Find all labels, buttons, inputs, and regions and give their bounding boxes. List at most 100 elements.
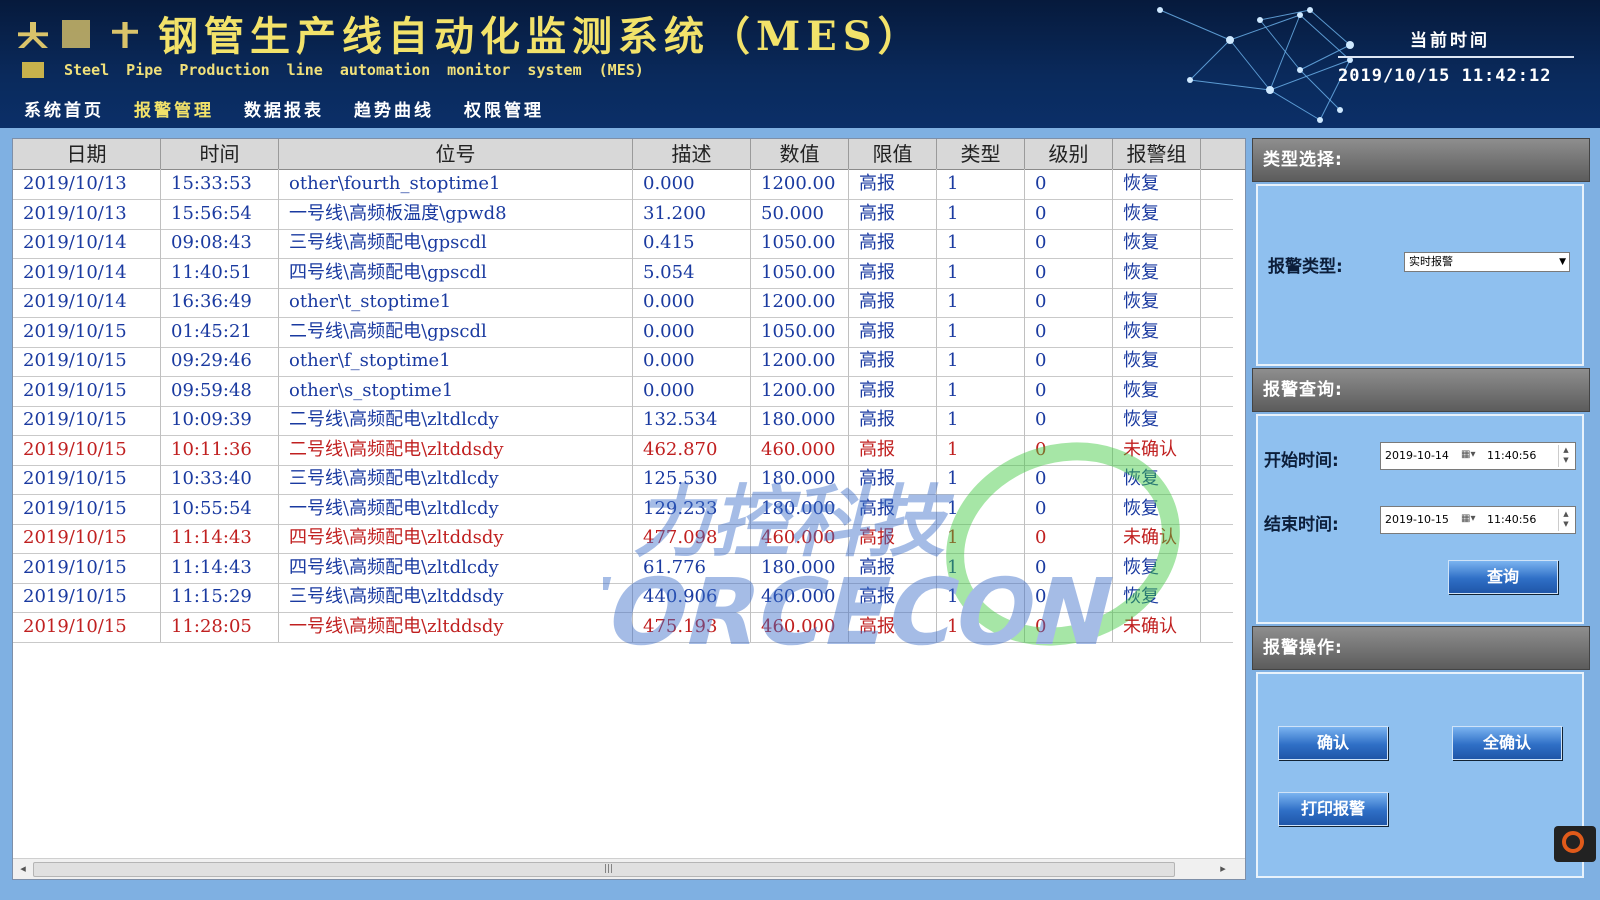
cell-time: 15:33:53 [161, 169, 279, 199]
cell-alarm-group: 恢复 [1113, 198, 1201, 229]
cell-limit: 高报 [849, 346, 937, 376]
nav-item-trend-curve[interactable]: 趋势曲线 [354, 96, 434, 121]
calendar-dropdown-icon[interactable]: ▦▾ [1461, 513, 1475, 524]
column-header-value[interactable]: 数值 [751, 139, 849, 169]
alarm-table[interactable]: 日期 时间 位号 描述 数值 限值 类型 级别 报警组 2019/10/13 15… [12, 138, 1246, 880]
cell-alarm-group: 恢复 [1113, 464, 1201, 494]
cell-limit: 高报 [849, 493, 937, 524]
cell-description: 0.000 [633, 375, 751, 406]
title-mark-icon [22, 62, 44, 78]
column-header-limit[interactable]: 限值 [849, 139, 937, 169]
cell-tag: 四号线\高频配电\zltdlcdy [279, 552, 633, 583]
cell-type: 1 [937, 434, 1025, 465]
confirm-button[interactable]: 确认 [1278, 726, 1388, 760]
cell-alarm-group: 恢复 [1113, 169, 1201, 199]
horizontal-scrollbar[interactable]: ◂ ||| ▸ [13, 858, 1245, 879]
scroll-right-arrow-icon[interactable]: ▸ [1215, 861, 1231, 877]
cell-value: 460.000 [751, 582, 849, 612]
cell-level: 0 [1025, 464, 1113, 494]
table-row[interactable]: 2019/10/15 10:33:40 三号线\高频配电\zltdlcdy 125.5… [13, 464, 1233, 495]
column-header-time[interactable]: 时间 [161, 139, 279, 169]
cell-alarm-group: 未确认 [1113, 434, 1201, 465]
cell-time: 11:15:29 [161, 582, 279, 612]
start-datetime-picker[interactable]: 2019-10-14 ▦▾ 11:40:56 ▲ ▼ [1380, 442, 1576, 470]
end-datetime-picker[interactable]: 2019-10-15 ▦▾ 11:40:56 ▲ ▼ [1380, 506, 1576, 534]
cell-level: 0 [1025, 493, 1113, 524]
table-row[interactable]: 2019/10/15 11:14:43 四号线\高频配电\zltddsdy 477.0… [13, 523, 1233, 554]
table-row[interactable]: 2019/10/15 11:28:05 一号线\高频配电\zltddsdy 475.1… [13, 611, 1233, 643]
cell-date: 2019/10/15 [13, 582, 161, 612]
table-row[interactable]: 2019/10/15 09:59:48 other\s_stoptime1 0.000… [13, 375, 1233, 407]
table-row[interactable]: 2019/10/15 11:14:43 四号线\高频配电\zltdlcdy 61.77… [13, 552, 1233, 584]
cell-limit: 高报 [849, 434, 937, 465]
alarm-type-label: 报警类型: [1268, 257, 1343, 277]
cell-level: 0 [1025, 405, 1113, 435]
app-subtitle: Steel Pipe Production line automation mo… [64, 61, 644, 79]
gear-icon[interactable] [1554, 826, 1596, 862]
cell-type: 1 [937, 257, 1025, 288]
column-header-description[interactable]: 描述 [633, 139, 751, 169]
scrollbar-thumb[interactable]: ||| [33, 862, 1175, 877]
cell-value: 50.000 [751, 198, 849, 229]
cell-level: 0 [1025, 346, 1113, 376]
table-row[interactable]: 2019/10/14 11:40:51 四号线\高频配电\gpscdl 5.054 10… [13, 257, 1233, 289]
nav-item-home[interactable]: 系统首页 [24, 96, 104, 121]
table-row[interactable]: 2019/10/14 16:36:49 other\t_stoptime1 0.000… [13, 287, 1233, 318]
time-spinner-icon[interactable]: ▲ ▼ [1558, 509, 1573, 531]
query-section-title: 报警查询: [1252, 368, 1590, 412]
column-header-alarm-group[interactable]: 报警组 [1113, 139, 1201, 169]
cell-value: 1050.00 [751, 257, 849, 288]
cell-limit: 高报 [849, 552, 937, 583]
table-row[interactable]: 2019/10/15 11:15:29 三号线\高频配电\zltddsdy 440.9… [13, 582, 1233, 613]
cell-time: 16:36:49 [161, 287, 279, 317]
cell-time: 10:33:40 [161, 464, 279, 494]
column-header-level[interactable]: 级别 [1025, 139, 1113, 169]
cell-type: 1 [937, 493, 1025, 524]
cell-date: 2019/10/14 [13, 228, 161, 258]
column-header-tag[interactable]: 位号 [279, 139, 633, 169]
cell-limit: 高报 [849, 375, 937, 406]
table-row[interactable]: 2019/10/15 10:09:39 二号线\高频配电\zltdlcdy 132.5… [13, 405, 1233, 436]
cell-tag: 三号线\高频配电\zltddsdy [279, 582, 633, 612]
calendar-dropdown-icon[interactable]: ▦▾ [1461, 449, 1475, 460]
column-header-date[interactable]: 日期 [13, 139, 161, 169]
cell-tag: other\f_stoptime1 [279, 346, 633, 376]
nav-item-alarm-management[interactable]: 报警管理 [134, 96, 214, 121]
cell-date: 2019/10/15 [13, 346, 161, 376]
alarm-type-select[interactable]: 实时报警 ▼ [1404, 252, 1570, 272]
cell-limit: 高报 [849, 582, 937, 612]
scroll-left-arrow-icon[interactable]: ◂ [15, 861, 31, 877]
table-row[interactable]: 2019/10/13 15:33:53 other\fourth_stoptime1… [13, 169, 1233, 200]
cell-tag: 一号线\高频配电\zltddsdy [279, 611, 633, 642]
end-time-label: 结束时间: [1264, 515, 1339, 535]
cell-time: 09:08:43 [161, 228, 279, 258]
time-spinner-icon[interactable]: ▲ ▼ [1558, 445, 1573, 467]
table-row[interactable]: 2019/10/13 15:56:54 一号线\高频板温度\gpwd8 31.200 5… [13, 198, 1233, 230]
print-alarm-button[interactable]: 打印报警 [1278, 792, 1388, 826]
cell-date: 2019/10/15 [13, 611, 161, 642]
column-header-filler [1201, 139, 1245, 169]
column-header-type[interactable]: 类型 [937, 139, 1025, 169]
cell-time: 10:09:39 [161, 405, 279, 435]
query-button[interactable]: 查询 [1448, 560, 1558, 594]
cell-level: 0 [1025, 434, 1113, 465]
table-row[interactable]: 2019/10/15 09:29:46 other\f_stoptime1 0.000… [13, 346, 1233, 377]
cell-description: 475.193 [633, 611, 751, 642]
company-logo [18, 8, 138, 52]
table-row[interactable]: 2019/10/15 01:45:21 二号线\高频配电\gpscdl 0.000 10… [13, 316, 1233, 348]
cell-type: 1 [937, 198, 1025, 229]
cell-date: 2019/10/14 [13, 287, 161, 317]
nav-item-data-report[interactable]: 数据报表 [244, 96, 324, 121]
cell-tag: 二号线\高频配电\zltdlcdy [279, 405, 633, 435]
cell-type: 1 [937, 375, 1025, 406]
confirm-all-button[interactable]: 全确认 [1452, 726, 1562, 760]
table-row[interactable]: 2019/10/15 10:55:54 一号线\高频配电\zltdlcdy 129.2… [13, 493, 1233, 525]
cell-description: 0.000 [633, 316, 751, 347]
nav-item-permission-management[interactable]: 权限管理 [464, 96, 544, 121]
table-row[interactable]: 2019/10/14 09:08:43 三号线\高频配电\gpscdl 0.415 10… [13, 228, 1233, 259]
cell-time: 11:40:51 [161, 257, 279, 288]
cell-alarm-group: 恢复 [1113, 316, 1201, 347]
cell-description: 31.200 [633, 198, 751, 229]
cell-tag: other\fourth_stoptime1 [279, 169, 633, 199]
table-row[interactable]: 2019/10/15 10:11:36 二号线\高频配电\zltddsdy 462.8… [13, 434, 1233, 466]
